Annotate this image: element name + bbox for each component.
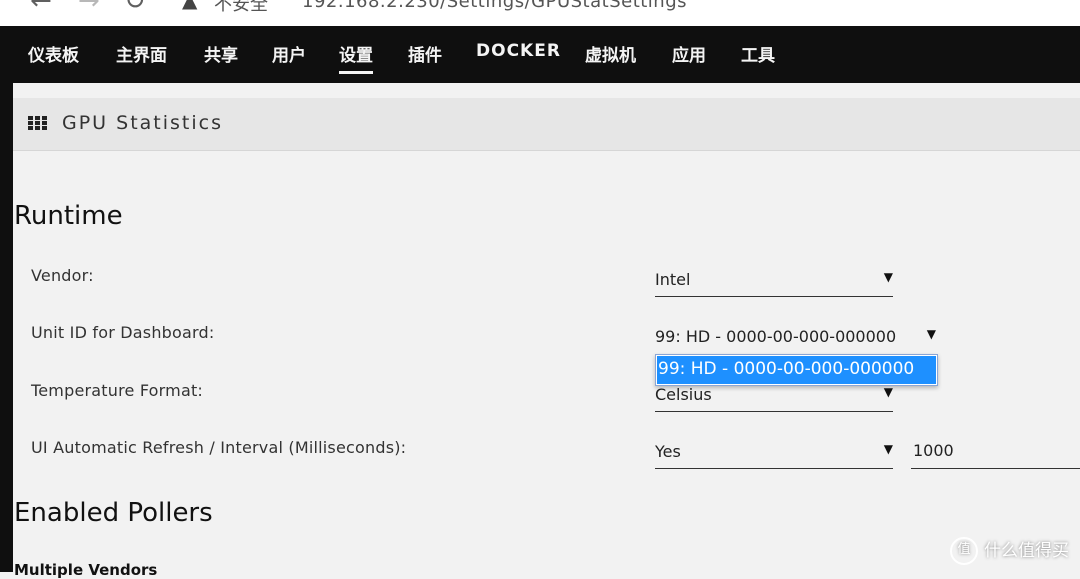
watermark-logo-icon: 值	[950, 537, 978, 565]
unit-id-dropdown-list: 99: HD - 0000-00-000-000000	[655, 354, 938, 386]
nav-item-users[interactable]: 用户	[272, 41, 306, 66]
grid-icon	[28, 116, 47, 131]
temperature-format-label: Temperature Format:	[31, 381, 204, 400]
browser-address-bar: ← → ↻ ▲ 不安全 192.168.2.230/Settings/GPUSt…	[0, 0, 1080, 27]
dropdown-arrow-icon: ▼	[883, 442, 893, 456]
enabled-pollers-heading: Enabled Pollers	[14, 498, 213, 528]
top-navigation: 仪表板 主界面 共享 用户 设置 插件 DOCKER 虚拟机 应用 工具	[0, 26, 1080, 83]
watermark-text: 什么值得买	[984, 541, 1069, 561]
vendor-value: Intel	[655, 270, 691, 289]
unit-id-value: 99: HD - 0000-00-000-000000	[655, 327, 897, 346]
dropdown-arrow-icon: ▼	[926, 327, 936, 341]
back-arrow-icon[interactable]: ←	[30, 0, 52, 16]
refresh-label: UI Automatic Refresh / Interval (Millise…	[31, 438, 407, 457]
multiple-vendors-subheading: Multiple Vendors	[14, 561, 158, 579]
forward-arrow-icon[interactable]: →	[78, 0, 100, 16]
left-sidebar-strip	[0, 83, 13, 572]
refresh-interval-input[interactable]	[911, 432, 1080, 468]
url-text[interactable]: 192.168.2.230/Settings/GPUStatSettings	[302, 0, 687, 12]
temperature-format-value: Celsius	[655, 385, 712, 404]
vendor-label: Vendor:	[31, 266, 94, 285]
nav-item-plugins[interactable]: 插件	[408, 41, 442, 66]
unit-id-label: Unit ID for Dashboard:	[31, 323, 215, 342]
dropdown-arrow-icon: ▼	[883, 270, 893, 284]
refresh-interval-field[interactable]	[911, 432, 1080, 469]
nav-item-settings[interactable]: 设置	[339, 41, 373, 74]
unit-id-select[interactable]: 99: HD - 0000-00-000-000000 ▼	[655, 323, 936, 353]
page-title: GPU Statistics	[62, 112, 223, 134]
runtime-heading: Runtime	[14, 201, 123, 231]
refresh-value: Yes	[655, 442, 681, 461]
dropdown-arrow-icon: ▼	[883, 385, 893, 399]
refresh-select[interactable]: Yes ▼	[655, 438, 893, 469]
watermark: 值什么值得买	[950, 536, 1069, 565]
security-label[interactable]: 不安全	[214, 0, 268, 16]
unit-id-option-selected[interactable]: 99: HD - 0000-00-000-000000	[657, 356, 936, 384]
nav-item-main[interactable]: 主界面	[116, 41, 167, 66]
reload-icon[interactable]: ↻	[124, 0, 146, 16]
nav-item-docker[interactable]: DOCKER	[476, 41, 561, 61]
nav-item-apps[interactable]: 应用	[672, 41, 706, 66]
nav-item-tools[interactable]: 工具	[741, 41, 775, 66]
page-title-bar: GPU Statistics	[13, 98, 1080, 151]
vendor-select[interactable]: Intel ▼	[655, 266, 893, 297]
nav-item-shares[interactable]: 共享	[204, 41, 238, 66]
nav-item-vms[interactable]: 虚拟机	[585, 41, 636, 66]
nav-item-dashboard[interactable]: 仪表板	[28, 41, 79, 66]
warning-icon: ▲	[182, 0, 198, 12]
